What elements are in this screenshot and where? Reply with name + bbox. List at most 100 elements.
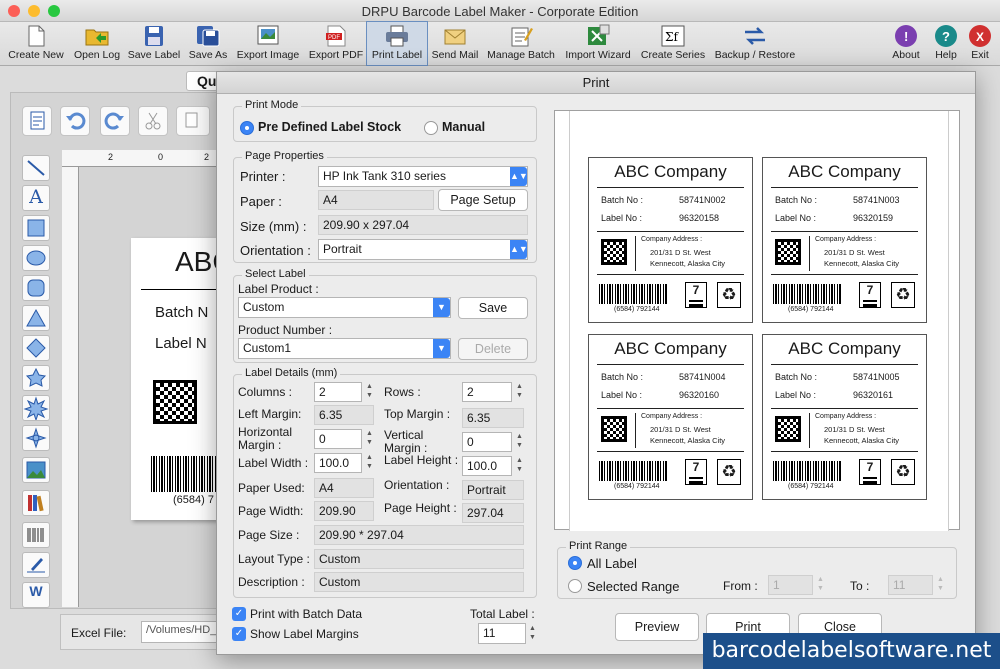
total-label-input[interactable]: 11: [478, 623, 526, 644]
copy-icon[interactable]: [176, 106, 210, 136]
all-label-text: All Label: [587, 556, 637, 571]
save-button[interactable]: Save: [458, 297, 528, 319]
export-pdf-button[interactable]: PDF Export PDF: [306, 22, 366, 66]
page-setup-button[interactable]: Page Setup: [438, 189, 528, 211]
horizontal-margin-stepper[interactable]: ▲ ▼: [364, 429, 375, 449]
open-log-button[interactable]: Open Log: [70, 22, 124, 66]
page-size-field: 209.90 * 297.04: [314, 525, 524, 545]
manage-batch-button[interactable]: Manage Batch: [484, 22, 558, 66]
create-new-button[interactable]: Create New: [4, 22, 68, 66]
print-label-button[interactable]: Print Label: [366, 21, 428, 66]
library-tool-icon[interactable]: [22, 490, 50, 516]
top-margin-field: 6.35: [462, 408, 524, 428]
canvas-barcode[interactable]: [151, 456, 217, 492]
backup-restore-button[interactable]: Backup / Restore: [712, 22, 798, 66]
label-batch-value: 58741N004: [679, 372, 726, 382]
about-button[interactable]: ! About: [888, 22, 924, 66]
print-mode-group: Print Mode Pre Defined Label Stock Manua…: [233, 99, 537, 142]
columns-stepper[interactable]: ▲ ▼: [364, 382, 375, 402]
all-label-radio[interactable]: [568, 556, 582, 570]
predefined-radio[interactable]: [240, 121, 254, 135]
save-label-button[interactable]: Save Label: [126, 22, 182, 66]
label-width-input[interactable]: 100.0: [314, 453, 362, 473]
page-size-label: Page Size :: [238, 528, 300, 542]
horizontal-margin-input[interactable]: 0: [314, 429, 362, 449]
create-series-button[interactable]: Σf Create Series: [638, 22, 708, 66]
burst-tool-icon[interactable]: [22, 395, 50, 422]
tab-quick[interactable]: Qu: [186, 71, 218, 91]
send-mail-button[interactable]: Send Mail: [430, 22, 480, 66]
text-tool-icon[interactable]: A: [22, 185, 50, 211]
from-stepper[interactable]: ▲ ▼: [815, 575, 826, 595]
show-margins-checkbox[interactable]: ✓: [232, 627, 246, 641]
selected-range-radio[interactable]: [568, 579, 582, 593]
export-image-button[interactable]: Export Image: [234, 22, 302, 66]
canvas-label-text[interactable]: Label N: [155, 335, 207, 352]
orientation-select[interactable]: Portrait ▲▼: [318, 239, 528, 260]
ellipse-tool-icon[interactable]: [22, 245, 50, 271]
save-as-button[interactable]: Save As: [186, 22, 230, 66]
manual-radio[interactable]: [424, 121, 438, 135]
to-label: To :: [850, 579, 870, 593]
horizontal-ruler: 2 0 2: [62, 150, 217, 167]
label-product-select[interactable]: Custom ▼: [238, 297, 451, 318]
diamond-tool-icon[interactable]: [22, 335, 50, 361]
import-wizard-button[interactable]: Import Wizard: [562, 22, 634, 66]
rows-input[interactable]: 2: [462, 382, 512, 402]
product-number-label: Product Number :: [238, 323, 333, 337]
vertical-margin-stepper[interactable]: ▲ ▼: [514, 432, 525, 452]
label-number-key: Label No :: [775, 213, 817, 223]
preview-label-card: ABC Company Batch No : 58741N004 Label No :…: [588, 334, 753, 500]
columns-input[interactable]: 2: [314, 382, 362, 402]
canvas-batch-text[interactable]: Batch N: [155, 304, 208, 321]
undo-icon[interactable]: [60, 106, 90, 136]
preview-button[interactable]: Preview: [615, 613, 699, 641]
printer-label: Printer :: [240, 169, 286, 184]
from-input[interactable]: 1: [768, 575, 813, 595]
canvas-qr-code[interactable]: [153, 380, 197, 424]
to-stepper[interactable]: ▲ ▼: [935, 575, 946, 595]
label-width-stepper[interactable]: ▲ ▼: [364, 453, 375, 473]
triangle-tool-icon[interactable]: [22, 305, 50, 331]
label-qr-code: [775, 416, 801, 442]
excel-file-input[interactable]: /Volumes/HD_: [141, 621, 219, 643]
rows-stepper[interactable]: ▲ ▼: [514, 382, 525, 402]
label-height-stepper[interactable]: ▲ ▼: [514, 456, 525, 476]
properties-button[interactable]: [22, 106, 52, 136]
print-batch-checkbox[interactable]: ✓: [232, 607, 246, 621]
barcode-tool-icon[interactable]: [22, 522, 50, 548]
rounded-rectangle-tool-icon[interactable]: [22, 275, 50, 301]
product-number-select[interactable]: Custom1 ▼: [238, 338, 451, 359]
exit-button[interactable]: X Exit: [964, 22, 996, 66]
delete-button[interactable]: Delete: [458, 338, 528, 360]
printer-icon: [384, 24, 410, 48]
printer-select[interactable]: HP Ink Tank 310 series ▲▼: [318, 166, 528, 187]
total-label-stepper[interactable]: ▲ ▼: [527, 624, 538, 644]
watermark-tool-icon[interactable]: W: [22, 582, 50, 608]
export-pdf-icon: PDF: [323, 24, 349, 48]
image-tool-icon[interactable]: [22, 457, 50, 483]
label-address-line2: Kennecott, Alaska City: [650, 436, 726, 445]
rectangle-tool-icon[interactable]: [22, 215, 50, 241]
label-company: ABC Company: [614, 339, 727, 358]
label-number-value: 96320158: [679, 213, 720, 223]
title-bar: DRPU Barcode Label Maker - Corporate Edi…: [0, 0, 1000, 22]
open-folder-icon: [84, 24, 110, 48]
signature-tool-icon[interactable]: [22, 552, 50, 578]
label-height-input[interactable]: 100.0: [462, 456, 512, 476]
to-input[interactable]: 11: [888, 575, 933, 595]
manual-label: Manual: [442, 120, 486, 134]
help-button[interactable]: ? Help: [929, 22, 963, 66]
new-file-icon: [23, 24, 49, 48]
series-icon: Σf: [660, 24, 686, 48]
page-width-label: Page Width:: [238, 504, 304, 518]
cut-icon[interactable]: [138, 106, 168, 136]
description-field: Custom: [314, 572, 524, 592]
redo-icon[interactable]: [100, 106, 130, 136]
sparkle-tool-icon[interactable]: [22, 425, 50, 451]
label-canvas[interactable]: ABC Batch N Label N (6584) 7: [131, 238, 233, 520]
line-tool-icon[interactable]: [22, 155, 50, 181]
vertical-margin-input[interactable]: 0: [462, 432, 512, 452]
label-batch-key: Batch No :: [601, 372, 644, 382]
star-tool-icon[interactable]: [22, 365, 50, 391]
